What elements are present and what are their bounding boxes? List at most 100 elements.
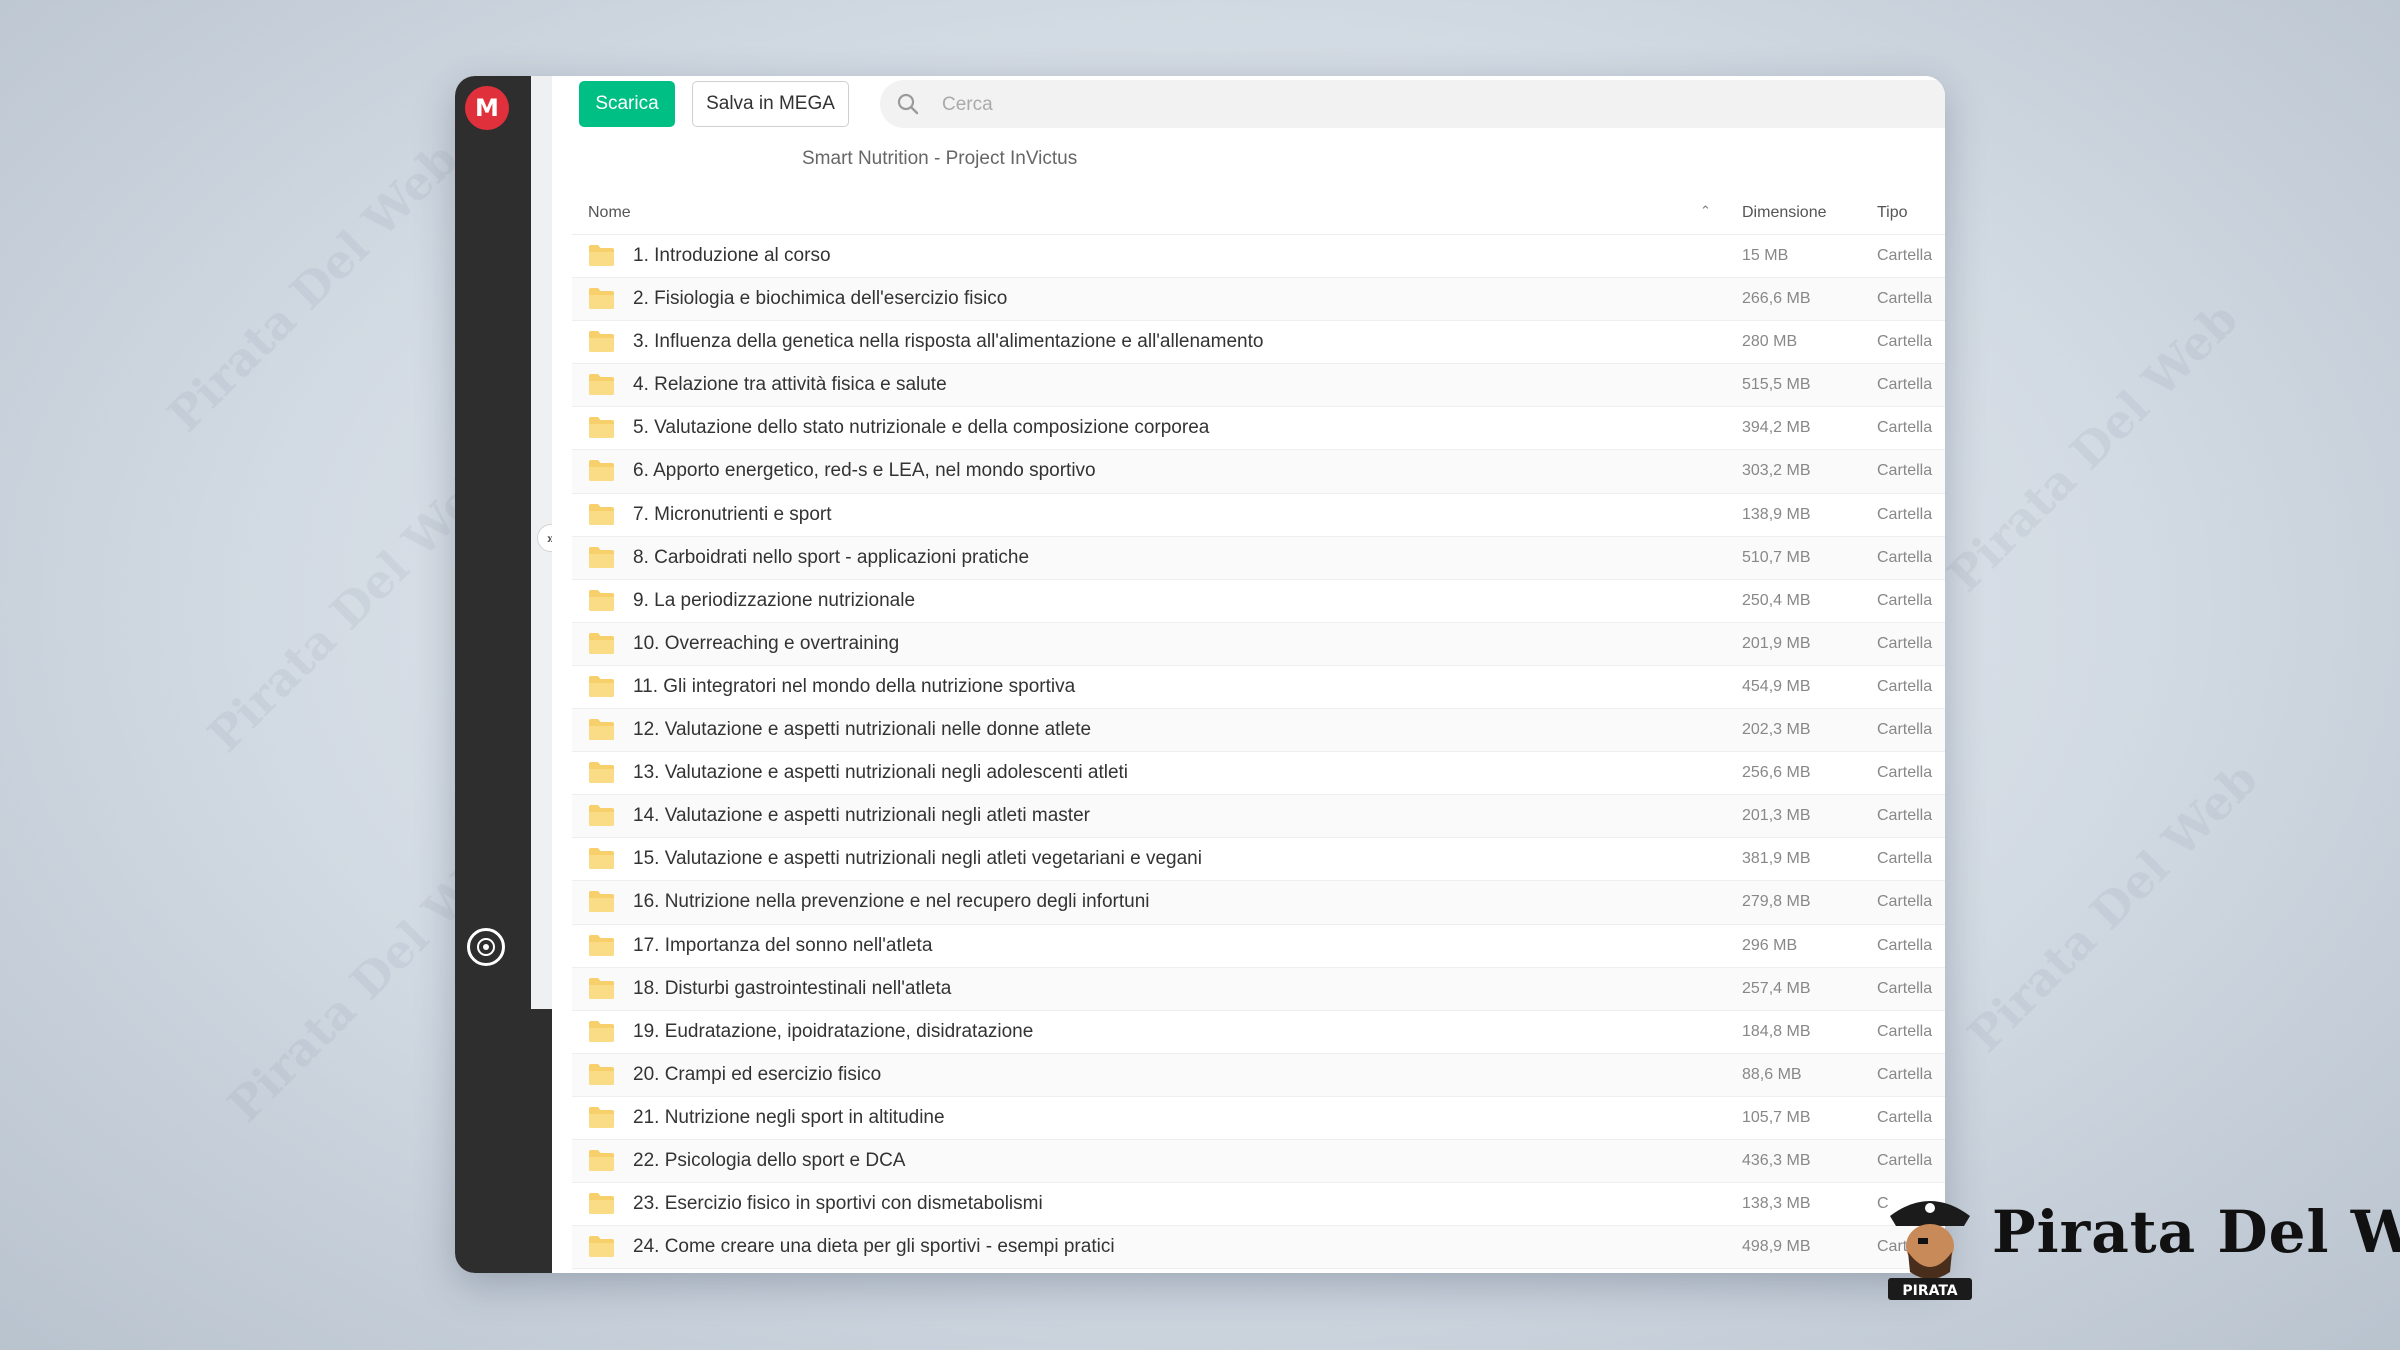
file-name: 21. Nutrizione negli sport in altitudine (633, 1106, 945, 1128)
file-name: 10. Overreaching e overtraining (633, 632, 900, 654)
file-name: 22. Psicologia dello sport e DCA (633, 1149, 906, 1171)
mega-window: M » › Scarica Salva in MEGA Smart Nutrit… (455, 76, 1945, 1273)
folder-icon (589, 762, 614, 784)
folder-icon (589, 331, 614, 353)
file-row[interactable]: 19. Eudratazione, ipoidratazione, disidr… (572, 1011, 1945, 1054)
folder-icon (589, 934, 614, 956)
file-type: Cartella (1877, 462, 1933, 480)
folder-icon (589, 891, 614, 913)
file-size: 436,3 MB (1742, 1151, 1811, 1169)
account-circle-icon[interactable] (467, 928, 505, 966)
mega-logo-icon[interactable]: M (465, 86, 509, 130)
file-row[interactable]: 2. Fisiologia e biochimica dell'esercizi… (572, 278, 1945, 322)
file-list: 1. Introduzione al corso 15 MB Cartella … (572, 235, 1945, 1270)
file-row[interactable]: 12. Valutazione e aspetti nutrizionali n… (572, 709, 1945, 753)
file-row[interactable]: 1. Introduzione al corso 15 MB Cartella (572, 235, 1945, 279)
file-size: 296 MB (1742, 936, 1798, 954)
file-size: 257,4 MB (1742, 979, 1811, 997)
file-name: 9. La periodizzazione nutrizionale (633, 589, 916, 611)
file-size: 303,2 MB (1742, 462, 1811, 480)
column-header-name[interactable]: Nome (588, 204, 631, 222)
file-row[interactable]: 10. Overreaching e overtraining 201,9 MB… (572, 622, 1945, 666)
watermark-text: Pirata Del Web (157, 131, 468, 443)
file-row[interactable]: 4. Relazione tra attività fisica e salut… (572, 364, 1945, 408)
save-to-mega-button[interactable]: Salva in MEGA (692, 81, 849, 127)
search-input[interactable] (940, 80, 1644, 130)
folder-icon (589, 1063, 614, 1085)
file-row[interactable]: 21. Nutrizione negli sport in altitudine… (572, 1097, 1945, 1140)
folder-icon (589, 245, 614, 266)
file-size: 381,9 MB (1742, 850, 1811, 868)
file-name: 1. Introduzione al corso (633, 245, 831, 266)
file-row[interactable]: 20. Crampi ed esercizio fisico 88,6 MB C… (572, 1053, 1945, 1097)
file-row[interactable]: 15. Valutazione e aspetti nutrizionali n… (572, 838, 1945, 882)
file-size: 201,3 MB (1742, 807, 1811, 825)
file-type: Cartella (1877, 548, 1933, 566)
file-type: Cartella (1877, 1151, 1933, 1169)
column-header-size[interactable]: Dimensione (1742, 204, 1826, 222)
file-row[interactable]: 14. Valutazione e aspetti nutrizionali n… (572, 795, 1945, 839)
file-name: 5. Valutazione dello stato nutrizionale … (633, 417, 1210, 439)
folder-title: Smart Nutrition - Project InVictus (802, 148, 1078, 169)
file-size: 266,6 MB (1742, 290, 1811, 308)
file-row[interactable]: 3. Influenza della genetica nella rispos… (572, 321, 1945, 365)
file-row[interactable]: 8. Carboidrati nello sport - applicazion… (572, 536, 1945, 580)
chevron-up-icon[interactable]: ⌃ (1700, 203, 1711, 219)
folder-icon (589, 546, 614, 568)
file-type: Cartella (1877, 1065, 1933, 1083)
file-row[interactable]: 13. Valutazione e aspetti nutrizionali n… (572, 752, 1945, 796)
file-size: 498,9 MB (1742, 1238, 1811, 1256)
file-size: 280 MB (1742, 333, 1798, 351)
file-row[interactable]: 17. Importanza del sonno nell'atleta 296… (572, 925, 1945, 968)
download-button[interactable]: Scarica (579, 81, 675, 127)
file-type: Cartella (1877, 1022, 1933, 1040)
file-type: Cartella (1877, 807, 1933, 825)
file-size: 201,9 MB (1742, 634, 1811, 652)
pirate-logo-icon: PIRATA (1888, 1201, 1972, 1300)
file-size: 184,8 MB (1742, 1022, 1811, 1040)
file-row[interactable]: 18. Disturbi gastrointestinali nell'atle… (572, 967, 1945, 1011)
watermark-text: Pirata Del Web (1957, 751, 2268, 1063)
file-row[interactable]: 23. Esercizio fisico in sportivi con dis… (572, 1183, 1945, 1227)
file-row[interactable]: 9. La periodizzazione nutrizionale 250,4… (572, 580, 1945, 623)
file-row[interactable]: 22. Psicologia dello sport e DCA 436,3 M… (572, 1139, 1945, 1184)
file-size: 250,4 MB (1742, 591, 1811, 609)
folder-icon (589, 503, 614, 525)
folder-icon (589, 1236, 614, 1258)
folder-icon (589, 805, 614, 827)
file-type: Cartella (1877, 591, 1933, 609)
file-name: 14. Valutazione e aspetti nutrizionali n… (633, 805, 1090, 827)
file-type: Cartella (1877, 505, 1933, 523)
folder-icon (589, 848, 614, 870)
file-type: Cartella (1877, 333, 1933, 351)
file-name: 4. Relazione tra attività fisica e salut… (633, 374, 947, 396)
file-name: 15. Valutazione e aspetti nutrizionali n… (633, 848, 1202, 870)
file-type: Cartella (1877, 979, 1933, 997)
file-size: 515,5 MB (1742, 376, 1811, 394)
pirata-brand: PIRATA Pirata Del Web (1880, 1182, 2400, 1304)
file-name: 7. Micronutrienti e sport (633, 503, 832, 525)
file-row[interactable]: 11. Gli integratori nel mondo della nutr… (572, 666, 1945, 710)
file-type: Cartella (1877, 1108, 1933, 1126)
file-name: 3. Influenza della genetica nella rispos… (633, 331, 1264, 353)
file-row[interactable]: 5. Valutazione dello stato nutrizionale … (572, 407, 1945, 451)
file-row[interactable]: 16. Nutrizione nella prevenzione e nel r… (572, 881, 1945, 925)
file-row[interactable]: 7. Micronutrienti e sport 138,9 MB Carte… (572, 494, 1945, 537)
search-bar[interactable] (880, 80, 1945, 130)
file-size: 138,9 MB (1742, 505, 1811, 523)
badge-text: PIRATA (1902, 1283, 1957, 1299)
file-name: 20. Crampi ed esercizio fisico (633, 1063, 882, 1085)
search-icon (897, 93, 919, 115)
file-size: 394,2 MB (1742, 419, 1811, 437)
file-type: Cartella (1877, 376, 1933, 394)
file-type: Cartella (1877, 764, 1933, 782)
folder-icon (589, 1149, 614, 1171)
sidebar: M » › (455, 76, 565, 1273)
file-row[interactable]: 24. Come creare una dieta per gli sporti… (572, 1226, 1945, 1270)
column-header-type[interactable]: Tipo (1877, 204, 1908, 222)
folder-icon (589, 1193, 614, 1215)
file-name: 11. Gli integratori nel mondo della nutr… (633, 675, 1076, 697)
file-name: 6. Apporto energetico, red-s e LEA, nel … (633, 460, 1096, 482)
file-row[interactable]: 6. Apporto energetico, red-s e LEA, nel … (572, 450, 1945, 494)
file-type: Cartella (1877, 677, 1933, 695)
